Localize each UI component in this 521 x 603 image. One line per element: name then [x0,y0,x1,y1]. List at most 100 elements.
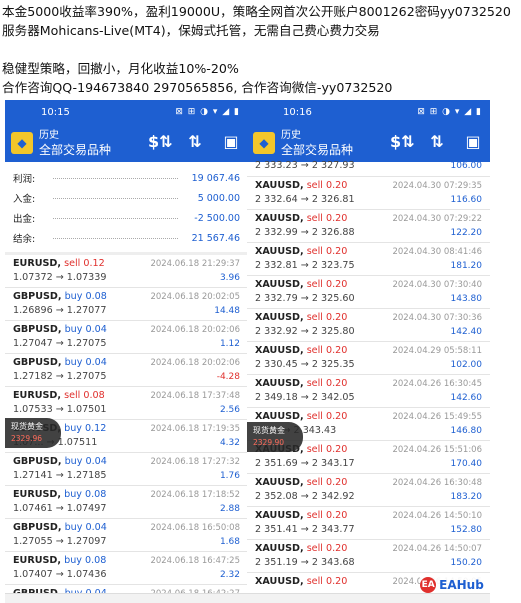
trade-symbol: EURUSD, [13,258,62,269]
summary-value: 5 000.00 [197,192,240,204]
trade-header: XAUUSD, sell 0.20 [255,510,347,521]
nav-bar[interactable] [247,593,490,603]
trade-side: sell [306,543,323,554]
trade-prices: 2 332.81 → 2 323.75 [255,260,355,271]
summary-row: 入金: 5 000.00 [5,188,248,208]
app-title[interactable]: 历史 全部交易品种 [39,129,111,157]
trade-side: sell [306,444,323,455]
trade-side: sell [306,180,323,191]
trade-prices: 2 332.99 → 2 326.88 [255,227,355,238]
gold-price-widget[interactable]: 现货黄金 2329.96 [5,418,61,448]
trade-lot: 0.20 [325,576,348,587]
trade-side: sell [306,345,323,356]
trade-lot: 0.04 [85,324,107,335]
trade-row[interactable]: XAUUSD, sell 0.20 2 332.64 → 2 326.81 2024… [247,177,490,210]
summary-block: 利润: 19 067.46 入金: 5 000.00 出金: -2 500.00 结余: 21… [5,168,248,248]
title-top: 历史 [281,130,301,141]
trade-row[interactable]: EURUSD, buy 0.08 1.07461 → 1.07497 2024.06… [5,486,248,519]
trade-profit: 170.40 [450,459,483,469]
trade-header: EURUSD, buy 0.08 [13,489,106,500]
trade-symbol: XAUUSD, [255,477,304,488]
sort-icon[interactable]: ⇅ [184,132,206,151]
status-bar: 10:16 ⊠ ⊞ ◑ ▾ ◢ ▮ [247,100,490,124]
nav-bar[interactable] [5,593,248,603]
trade-row[interactable]: XAUUSD, sell 0.20 2 332.79 → 2 325.60 2024… [247,276,490,309]
trade-datetime: 2024.04.26 16:30:45 [392,379,482,389]
trade-row[interactable]: GBPUSD, buy 0.04 1.27141 → 1.27185 2024.06… [5,453,248,486]
trade-row[interactable]: EURUSD, sell 0.08 1.07533 → 1.07501 2024.0… [5,387,248,420]
app-logo-icon[interactable]: ◆ [253,132,275,154]
trade-row[interactable]: GBPUSD, buy 0.04 1.27055 → 1.27097 2024.06… [5,519,248,552]
trade-lot: 0.20 [325,411,348,422]
calendar-icon[interactable]: ▣ [220,132,242,151]
trade-symbol: GBPUSD, [13,456,62,467]
trade-row[interactable]: XAUUSD, sell 0.20 2 332.81 → 2 323.75 2024… [247,243,490,276]
dollar-swap-icon[interactable]: $⇅ [390,132,415,151]
trade-row[interactable]: XAUUSD, sell 0.20 2 351.41 → 2 343.77 2024… [247,507,490,540]
trade-prices: 2 332.79 → 2 325.60 [255,293,355,304]
trade-lot: 0.08 [85,555,107,566]
dollar-swap-icon[interactable]: $⇅ [148,132,173,151]
trade-profit: 4.32 [219,438,240,448]
trade-symbol: GBPUSD, [13,324,62,335]
trade-symbol: XAUUSD, [255,213,304,224]
trade-lot: 0.20 [325,477,348,488]
trade-profit: 142.60 [450,393,483,403]
trade-lot: 0.20 [325,279,348,290]
trade-symbol: XAUUSD, [255,543,304,554]
trade-header: GBPUSD, buy 0.04 [13,456,107,467]
trade-row[interactable]: XAUUSD, sell 0.20 2 349.18 → 2 342.05 2024… [247,375,490,408]
caption-line-3: 稳健型策略，回撤小，月化收益10%-20% [2,61,239,76]
trade-datetime: 2024.06.18 20:02:06 [150,325,240,335]
trade-row[interactable]: XAUUSD, sell 0.20 2 332.99 → 2 326.88 2024… [247,210,490,243]
trade-side: buy [64,456,83,467]
trade-datetime: 2024.04.30 07:29:35 [392,181,482,191]
trade-lot: 0.12 [83,258,105,269]
trade-side: sell [306,576,323,587]
trade-row[interactable]: GBPUSD, buy 0.04 1.27047 → 1.27075 2024.06… [5,321,248,354]
gold-widget-price: 2329.90 [253,438,285,447]
trade-side: buy [64,489,82,500]
trade-row[interactable]: XAUUSD, sell 0.20 2 332.92 → 2 325.80 2024… [247,309,490,342]
trade-row[interactable]: XAUUSD, sell 0.20 2 351.19 → 2 343.68 2024… [247,540,490,573]
trade-profit: 152.80 [450,525,483,535]
trade-header: XAUUSD, sell 0.20 [255,543,347,554]
summary-label: 入金: [13,194,36,205]
trade-row[interactable]: GBPUSD, buy 0.04 1.27182 → 1.27075 2024.06… [5,354,248,387]
trade-symbol: XAUUSD, [255,312,304,323]
status-time: 10:15 [41,106,70,118]
trade-row[interactable]: XAUUSD, sell 0.20 2 352.08 → 2 342.92 2024… [247,474,490,507]
summary-row: 出金: -2 500.00 [5,208,248,228]
trade-header: EURUSD, buy 0.08 [13,555,106,566]
trade-symbol: XAUUSD, [255,279,304,290]
summary-label: 结余: [13,234,36,245]
trade-row[interactable]: XAUUSD, sell 0.20 2 330.45 → 2 325.35 2024… [247,342,490,375]
trade-header: GBPUSD, buy 0.04 [13,522,107,533]
trade-prices: 1.07372 → 1.07339 [13,272,107,283]
trade-symbol: XAUUSD, [255,411,304,422]
summary-value: 21 567.46 [191,232,240,244]
trade-header: XAUUSD, sell 0.20 [255,246,347,257]
app-logo-icon[interactable]: ◆ [11,132,33,154]
trade-header: XAUUSD, sell 0.20 [255,312,347,323]
caption-line-4: 合作咨询QQ-194673840 2970565856, 合作咨询微信-yy07… [2,80,393,95]
trade-profit: 142.40 [450,327,483,337]
trade-side: sell [306,411,323,422]
app-title[interactable]: 历史 全部交易品种 [281,129,353,157]
trade-row-partial[interactable]: 2 333.23 → 2 327.93 106.00 [247,160,490,177]
trade-profit: 116.60 [450,195,483,205]
trade-datetime: 2024.06.18 17:19:35 [150,424,240,434]
trade-profit: 1.68 [219,537,240,547]
trade-prices: 1.27182 → 1.27075 [13,371,107,382]
trade-row[interactable]: EURUSD, buy 0.08 1.07407 → 1.07436 2024.06… [5,552,248,585]
calendar-icon[interactable]: ▣ [462,132,484,151]
trade-header: EURUSD, sell 0.12 [13,258,105,269]
trade-profit: -4.28 [216,372,240,382]
trade-header: XAUUSD, sell 0.20 [255,180,347,191]
trade-row[interactable]: GBPUSD, buy 0.08 1.26896 → 1.27077 2024.06… [5,288,248,321]
sort-icon[interactable]: ⇅ [426,132,448,151]
trade-row[interactable]: EURUSD, sell 0.12 1.07372 → 1.07339 2024.0… [5,255,248,288]
gold-price-widget[interactable]: 现货黄金 2329.90 [247,422,303,452]
trade-symbol: XAUUSD, [255,510,304,521]
toolbar-actions: $⇅ ⇅ ▣ [390,132,484,151]
